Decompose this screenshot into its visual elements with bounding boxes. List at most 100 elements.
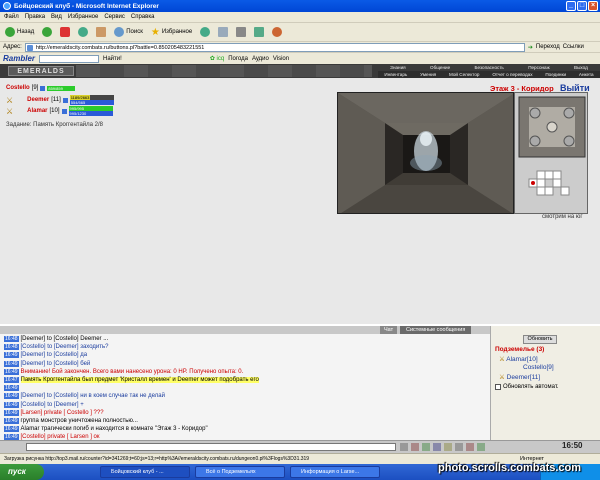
chat-tool-icon[interactable]	[455, 443, 463, 451]
menu-file[interactable]: Файл	[4, 14, 19, 20]
go-button[interactable]: Переход	[536, 44, 560, 50]
group-member[interactable]: ⚔ Alamar[10]	[499, 355, 538, 363]
chat-timestamp[interactable]: 16:49	[4, 426, 19, 433]
hp-bar: 1189/2663	[69, 95, 114, 100]
group-member[interactable]: Costello[9]	[523, 364, 554, 371]
chat-timestamp[interactable]: 16:49	[4, 417, 19, 424]
nav-selector[interactable]: Мой Селектор	[449, 71, 479, 78]
info-icon[interactable]	[40, 85, 46, 91]
taskbar-item[interactable]: Бойцовский клуб - ...	[100, 466, 190, 478]
menu-edit[interactable]: Правка	[25, 14, 45, 20]
nav-transfers[interactable]: Отчет о переводах	[492, 71, 532, 78]
rambler-logo: Rambler	[3, 54, 36, 63]
print-button[interactable]	[234, 25, 248, 39]
chat-message: группа монстров уничтожена полностью...	[20, 417, 138, 424]
taskbar-item[interactable]: Информация о Larse...	[290, 466, 380, 478]
chat-timestamp[interactable]: 16:47	[4, 376, 19, 383]
edit-button[interactable]	[252, 25, 266, 39]
menu-tools[interactable]: Сервис	[104, 14, 125, 20]
links-button[interactable]: Ссылки	[563, 44, 584, 50]
rambler-weather-button[interactable]: Погода	[228, 56, 248, 62]
page-icon	[26, 44, 33, 51]
auto-refresh-checkbox[interactable]	[495, 384, 501, 390]
chat-tool-icon[interactable]	[433, 443, 441, 451]
refresh-button[interactable]: Обновить	[523, 335, 557, 344]
start-button[interactable]: пуск	[0, 464, 44, 480]
chat-timestamp[interactable]: 16:49	[4, 360, 19, 367]
rambler-icq-button[interactable]: ✿ icq	[210, 55, 224, 62]
game-logo: EMERALDS	[8, 66, 74, 76]
history-button[interactable]	[198, 25, 212, 39]
rambler-vision-button[interactable]: Vision	[273, 56, 289, 62]
group-member[interactable]: ⚔ Deemer[11]	[499, 373, 540, 381]
edit-icon	[254, 27, 265, 37]
chat-input[interactable]	[26, 443, 396, 451]
chat-timestamp[interactable]: 16:49	[4, 385, 19, 392]
favorites-button[interactable]: ★ Избранное	[149, 25, 194, 39]
player-deemer[interactable]: ⚔ Deemer [11] 1189/2663 554/565	[6, 95, 114, 105]
maximize-button[interactable]: □	[577, 1, 587, 11]
group-title: Подземелье (3)	[495, 346, 545, 353]
tab-chat[interactable]: Чат	[380, 326, 398, 334]
mail-icon	[218, 27, 229, 37]
menu-view[interactable]: Вид	[51, 14, 62, 20]
info-icon[interactable]	[62, 97, 68, 103]
chat-timestamp[interactable]: 16:48	[4, 336, 19, 342]
chat-tool-icon[interactable]	[477, 443, 485, 451]
back-button[interactable]: Назад	[3, 25, 36, 39]
nav-profile[interactable]: Анкета	[579, 71, 594, 78]
mail-button[interactable]	[216, 25, 230, 39]
nav-duels[interactable]: Поединки	[545, 71, 566, 78]
chat-tool-icon[interactable]	[411, 443, 419, 451]
player-alamar[interactable]: ⚔ Alamar [10] 995/995 995/1230	[6, 106, 113, 116]
address-bar: Адрес: http://emeraldscity.combats.ru/bu…	[0, 41, 600, 52]
messenger-icon	[272, 27, 283, 37]
rambler-search-input[interactable]	[39, 54, 100, 63]
quest-task: Задание: Память Кроггентайла 2/8	[6, 122, 103, 128]
chat-timestamp[interactable]: 16:49	[4, 401, 19, 408]
nav-knowledge[interactable]: Знания	[390, 64, 405, 71]
home-icon	[96, 27, 107, 37]
stop-button[interactable]	[58, 25, 72, 39]
chat-timestamp[interactable]: 16:49	[4, 352, 19, 359]
player-costello[interactable]: Costello [9] 859/859	[6, 85, 76, 91]
chat-line: 16:48 [Deemer] to [Costello] Deemer ...	[4, 335, 486, 343]
chat-tool-icon[interactable]	[422, 443, 430, 451]
home-button[interactable]	[94, 25, 108, 39]
chat-tool-icon[interactable]	[400, 443, 408, 451]
header-decoration	[76, 65, 372, 77]
menu-bar: Файл Правка Вид Избранное Сервис Справка	[0, 12, 600, 23]
forward-button[interactable]	[40, 25, 54, 39]
rambler-find-button[interactable]: Найти!	[103, 56, 122, 62]
minimize-button[interactable]: _	[566, 1, 576, 11]
chat-timestamp[interactable]: 16:49	[4, 409, 19, 416]
close-button[interactable]: ×	[588, 1, 598, 11]
nav-inventory[interactable]: Инвентарь	[384, 71, 407, 78]
chat-timestamp[interactable]: 16:49	[4, 393, 19, 400]
ie-logo-icon	[3, 2, 11, 10]
game-header: EMERALDS Знания Общение Безопасность Пер…	[0, 64, 600, 78]
search-button[interactable]: Поиск	[112, 25, 145, 39]
rambler-audio-button[interactable]: Аудио	[252, 56, 269, 62]
info-icon[interactable]	[61, 108, 67, 114]
chat-timestamp[interactable]: 16:48	[4, 344, 19, 351]
chat-timestamp[interactable]: 16:49	[4, 368, 19, 375]
toolbar: Назад Поиск ★ Избранное	[0, 23, 600, 41]
auto-refresh[interactable]: Обновлять автомат.	[495, 384, 559, 390]
menu-favorites[interactable]: Избранное	[68, 14, 98, 20]
nav-chat[interactable]: Общение	[430, 64, 450, 71]
tab-system-messages[interactable]: Системные сообщения	[400, 326, 472, 334]
nav-skills[interactable]: Умения	[420, 71, 436, 78]
chat-message: Alamar трагически погиб и находится в ко…	[20, 426, 208, 433]
menu-help[interactable]: Справка	[131, 14, 155, 20]
nav-character[interactable]: Персонаж	[528, 64, 549, 71]
messenger-button[interactable]	[270, 25, 284, 39]
chat-tool-icon[interactable]	[466, 443, 474, 451]
nav-security[interactable]: Безопасность	[475, 64, 504, 71]
address-input[interactable]: http://emeraldscity.combats.ru/buttons.p…	[24, 42, 525, 52]
chat-tool-icon[interactable]	[444, 443, 452, 451]
weapons-icon: ⚔	[499, 374, 507, 381]
refresh-button[interactable]	[76, 25, 90, 39]
nav-exit[interactable]: Выход	[574, 64, 588, 71]
taskbar-item[interactable]: Всё о Подземельях	[195, 466, 285, 478]
